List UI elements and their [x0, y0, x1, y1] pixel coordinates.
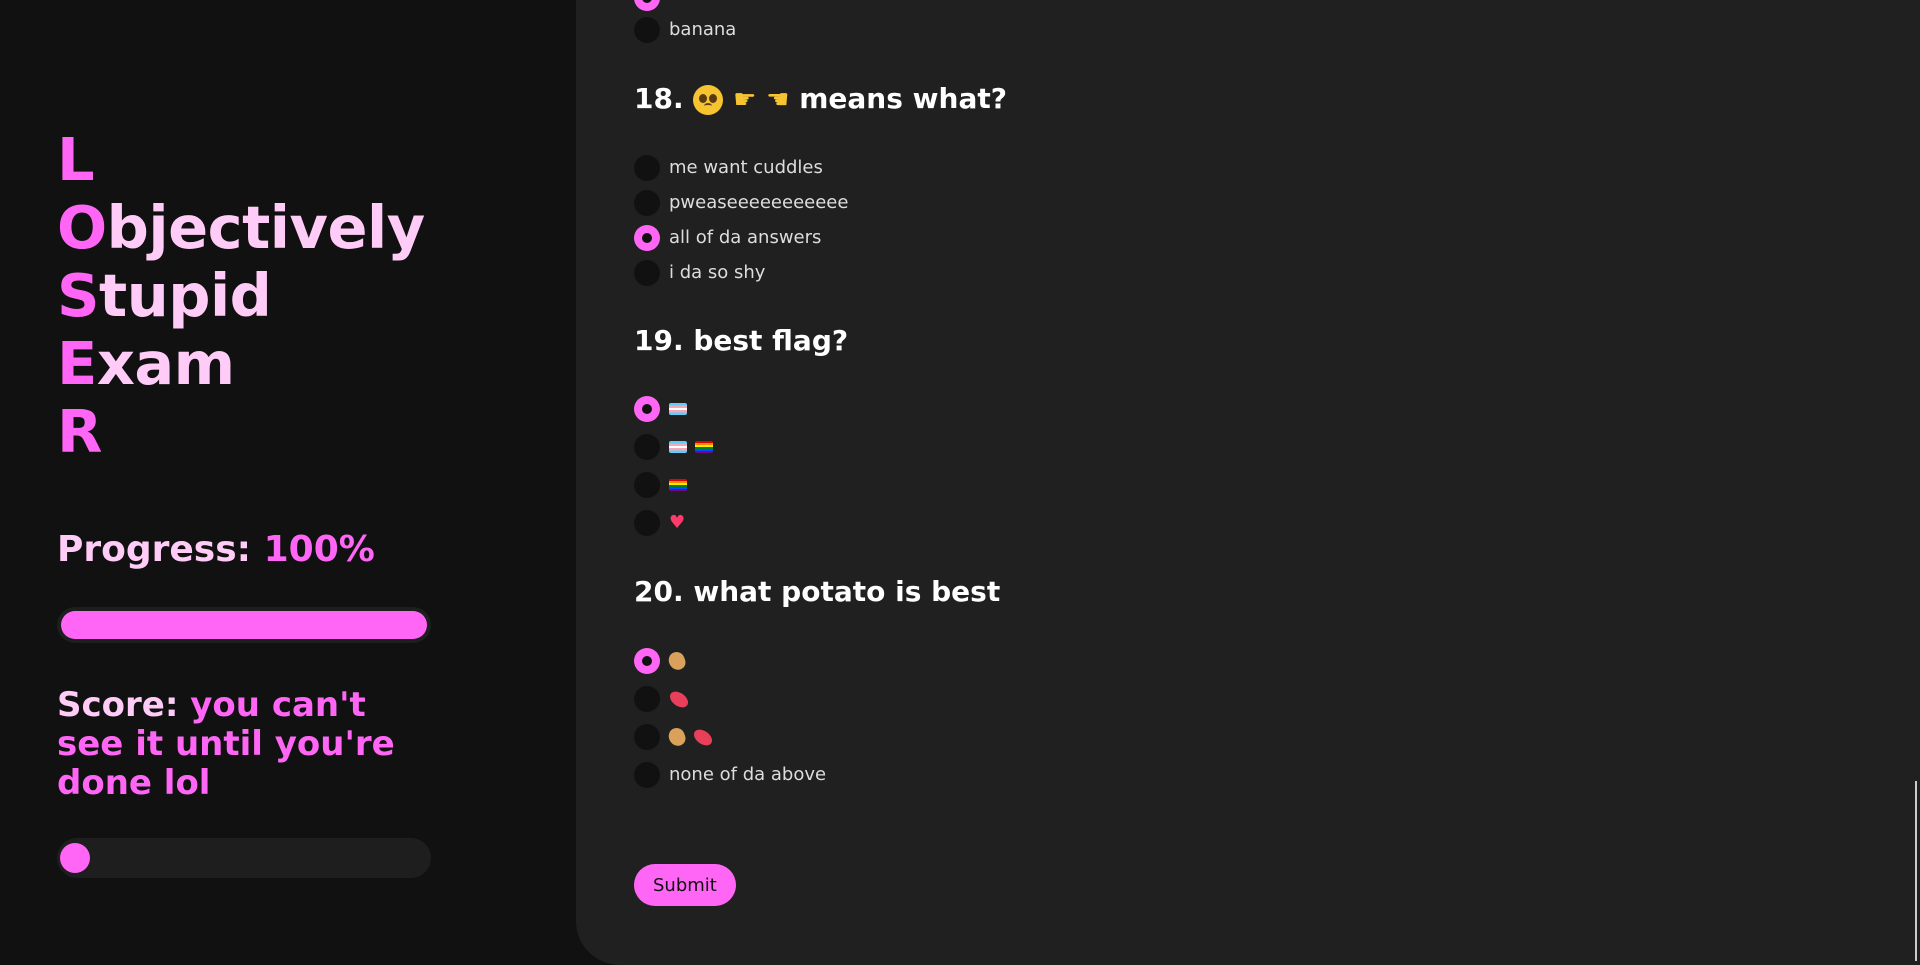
quiz-panel: banana 18. ☛ ☚ means what? me want cuddl…: [576, 0, 1920, 965]
q18-option-3-radio[interactable]: [634, 225, 660, 251]
q20-option-2-radio[interactable]: [634, 686, 660, 712]
rainbow-flag-icon: [669, 479, 687, 491]
q19-option-4[interactable]: ♥: [634, 509, 685, 537]
q20-option-4-radio[interactable]: [634, 762, 660, 788]
q18-option-4-label: i da so shy: [669, 262, 766, 283]
q18-option-4-radio[interactable]: [634, 260, 660, 286]
page-title: L Objectively Stupid Exam R: [57, 126, 425, 466]
title-line: R: [57, 397, 102, 466]
q19-option-3[interactable]: [634, 471, 687, 499]
potato-icon: [666, 649, 688, 673]
q20-option-1[interactable]: [634, 647, 688, 675]
title-line: L: [57, 125, 95, 194]
q20-option-3[interactable]: [634, 723, 715, 751]
progress-bar-fill: [61, 611, 427, 639]
pointing-left-icon: ☚: [766, 85, 790, 115]
score-label: Score:: [57, 685, 191, 725]
q17-option-2-label: banana: [669, 19, 737, 40]
rainbow-flag-icon: [695, 441, 713, 453]
q20-option-3-radio[interactable]: [634, 724, 660, 750]
title-line: Stupid: [57, 261, 272, 330]
sweet-potato-icon: [667, 687, 691, 711]
q19-option-3-radio[interactable]: [634, 472, 660, 498]
q17-option-1[interactable]: [634, 0, 669, 12]
scrollbar-thumb[interactable]: [1915, 781, 1917, 961]
q18-option-1-label: me want cuddles: [669, 157, 823, 178]
question-19-title: 19. best flag?: [634, 324, 849, 357]
title-line: Exam: [57, 329, 235, 398]
sidebar: L Objectively Stupid Exam R Progress: 10…: [0, 0, 576, 965]
transgender-flag-icon: [669, 403, 687, 415]
pointing-right-icon: ☛: [733, 85, 757, 115]
q20-option-4-label: none of da above: [669, 764, 827, 785]
sweet-potato-icon: [691, 725, 715, 749]
q20-option-4[interactable]: none of da above: [634, 761, 826, 789]
question-18-number: 18.: [634, 82, 684, 115]
q18-option-3-label: all of da answers: [669, 227, 822, 248]
q18-option-2[interactable]: pweaseeeeeeeeeee: [634, 189, 848, 217]
transgender-flag-icon: [669, 441, 687, 453]
q17-option-1-radio[interactable]: [634, 0, 660, 11]
q19-option-2[interactable]: [634, 433, 713, 461]
question-20-title: 20. what potato is best: [634, 575, 1001, 608]
q17-option-2-radio[interactable]: [634, 17, 660, 43]
q19-option-1[interactable]: [634, 395, 687, 423]
question-18-title: 18. ☛ ☚ means what?: [634, 82, 1007, 116]
submit-button[interactable]: Submit: [634, 864, 736, 906]
question-18-text: means what?: [789, 82, 1007, 115]
q17-option-2[interactable]: banana: [634, 16, 736, 44]
score-bar: [57, 838, 431, 878]
score-bar-knob: [60, 843, 90, 873]
q18-option-2-label: pweaseeeeeeeeeee: [669, 192, 849, 213]
q18-option-1[interactable]: me want cuddles: [634, 154, 823, 182]
progress-heading: Progress: 100%: [57, 528, 375, 572]
q18-option-4[interactable]: i da so shy: [634, 259, 765, 287]
potato-icon: [666, 725, 688, 749]
title-line: Objectively: [57, 193, 425, 262]
two-hearts-icon: ♥: [669, 512, 686, 533]
q20-option-2[interactable]: [634, 685, 691, 713]
q18-option-2-radio[interactable]: [634, 190, 660, 216]
app: L Objectively Stupid Exam R Progress: 10…: [0, 0, 1920, 965]
q19-option-1-radio[interactable]: [634, 396, 660, 422]
q19-option-2-radio[interactable]: [634, 434, 660, 460]
q20-option-1-radio[interactable]: [634, 648, 660, 674]
q18-option-1-radio[interactable]: [634, 155, 660, 181]
q18-option-3[interactable]: all of da answers: [634, 224, 821, 252]
score-heading: Score: you can't see it until you're don…: [57, 686, 417, 803]
progress-bar: [57, 607, 431, 643]
progress-value: 100%: [263, 529, 375, 570]
pleading-face-icon: [693, 85, 724, 115]
progress-label: Progress:: [57, 529, 264, 570]
q19-option-4-radio[interactable]: [634, 510, 660, 536]
